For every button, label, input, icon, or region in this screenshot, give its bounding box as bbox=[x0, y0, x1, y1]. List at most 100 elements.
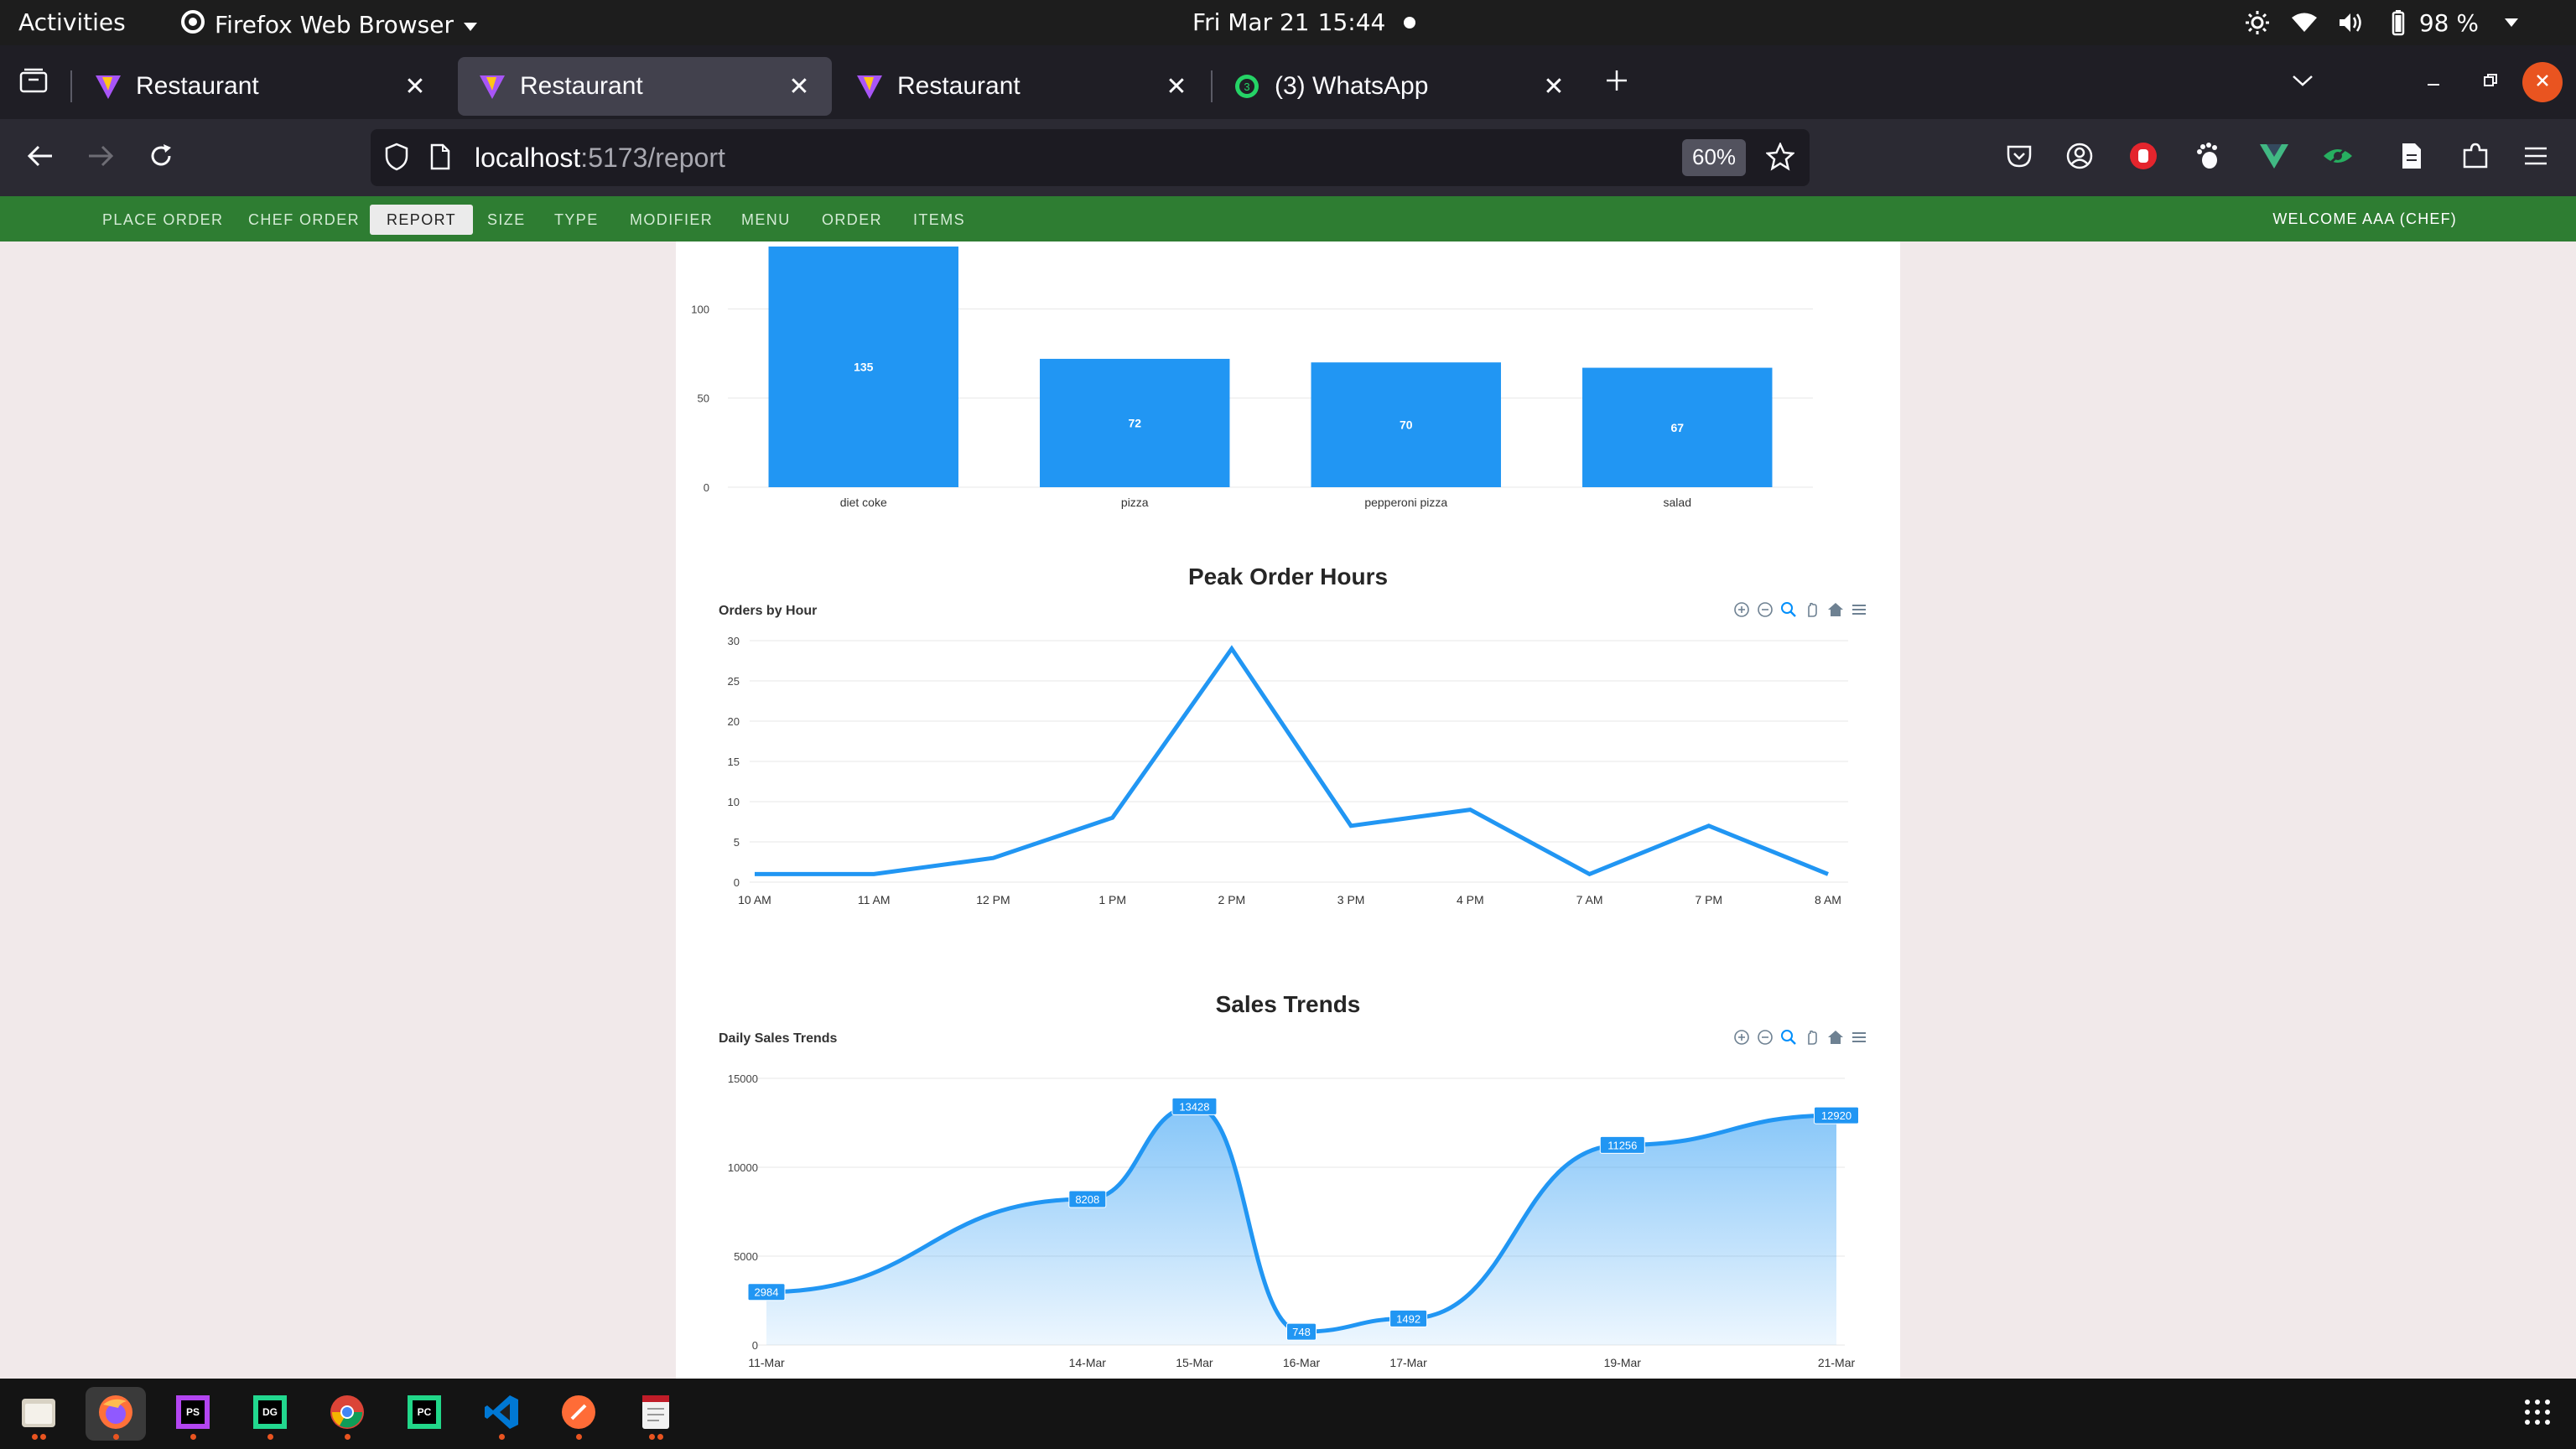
dock-pycharm[interactable]: PC bbox=[394, 1387, 454, 1441]
pocket-button[interactable] bbox=[1996, 134, 2043, 181]
back-button[interactable] bbox=[17, 134, 64, 181]
running-indicator bbox=[113, 1434, 119, 1440]
reload-button[interactable] bbox=[138, 134, 184, 181]
nav-items[interactable]: ITEMS bbox=[896, 205, 982, 235]
tab-label: Restaurant bbox=[520, 72, 643, 100]
firefox-view-button[interactable] bbox=[10, 59, 57, 106]
extension-eye-button[interactable] bbox=[2314, 134, 2361, 181]
data-label: 8208 bbox=[1075, 1193, 1099, 1206]
y-tick-label: 25 bbox=[728, 675, 740, 688]
list-all-tabs-button[interactable] bbox=[2279, 59, 2326, 106]
pan-icon[interactable] bbox=[1803, 1028, 1821, 1046]
x-tick-label: diet coke bbox=[840, 496, 887, 509]
data-label: 13428 bbox=[1179, 1100, 1209, 1113]
maximize-button[interactable] bbox=[2467, 59, 2514, 106]
nav-size[interactable]: SIZE bbox=[470, 205, 543, 235]
x-tick-label: 17-Mar bbox=[1389, 1356, 1427, 1369]
zoom-out-icon[interactable] bbox=[1756, 600, 1774, 619]
close-icon[interactable]: ✕ bbox=[1164, 72, 1189, 101]
shield-icon[interactable] bbox=[384, 143, 409, 175]
show-apps-button[interactable] bbox=[2507, 1387, 2568, 1441]
extension-vue-button[interactable] bbox=[2251, 134, 2298, 181]
nav-modifier[interactable]: MODIFIER bbox=[613, 205, 730, 235]
nav-menu[interactable]: MENU bbox=[724, 205, 808, 235]
close-window-button[interactable] bbox=[2522, 62, 2563, 102]
extension-stop-button[interactable] bbox=[2120, 134, 2167, 181]
chart-menu-icon[interactable] bbox=[1850, 1028, 1868, 1046]
forward-button[interactable] bbox=[77, 134, 124, 181]
extensions-button[interactable] bbox=[2452, 134, 2499, 181]
account-icon bbox=[2065, 142, 2094, 174]
zoom-in-icon[interactable] bbox=[1732, 1028, 1751, 1046]
y-tick-label: 15000 bbox=[728, 1072, 758, 1085]
zoom-out-icon[interactable] bbox=[1756, 1028, 1774, 1046]
nav-chef-order[interactable]: CHEF ORDER bbox=[231, 205, 377, 235]
tab-restaurant-1[interactable]: Restaurant ✕ bbox=[74, 57, 448, 116]
nav-type[interactable]: TYPE bbox=[538, 205, 615, 235]
x-tick-label: 8 AM bbox=[1815, 893, 1841, 906]
zoom-indicator[interactable]: 60% bbox=[1682, 139, 1747, 176]
tab-restaurant-2[interactable]: Restaurant ✕ bbox=[458, 57, 832, 116]
firefox-icon bbox=[96, 1393, 135, 1436]
nav-order[interactable]: ORDER bbox=[805, 205, 899, 235]
dock-datagrip[interactable]: DG bbox=[240, 1387, 300, 1441]
url-text[interactable]: localhost:5173/report bbox=[475, 143, 725, 174]
dock-phpstorm[interactable]: PS bbox=[163, 1387, 223, 1441]
bar-data-label: 72 bbox=[1128, 416, 1141, 429]
data-label: 2984 bbox=[755, 1286, 779, 1299]
new-tab-button[interactable] bbox=[1593, 59, 1640, 106]
whatsapp-icon: 3 bbox=[1233, 72, 1261, 101]
pan-icon[interactable] bbox=[1803, 600, 1821, 619]
reset-home-icon[interactable] bbox=[1826, 1028, 1845, 1046]
restore-icon bbox=[2482, 72, 2499, 93]
report-panel: 0 50 100 135 diet coke 72 pizza 70 pepperoni piz… bbox=[676, 242, 1900, 1379]
reset-home-icon[interactable] bbox=[1826, 600, 1845, 619]
page-icon[interactable] bbox=[429, 143, 451, 175]
zoom-select-icon[interactable] bbox=[1779, 1028, 1798, 1046]
app-menu[interactable]: Firefox Web Browser bbox=[179, 8, 479, 41]
postman-icon bbox=[560, 1394, 597, 1435]
extension-document-button[interactable] bbox=[2388, 134, 2435, 181]
dock-postman[interactable] bbox=[548, 1387, 609, 1441]
chart-toolbar bbox=[1732, 1028, 1868, 1046]
clock[interactable]: Fri Mar 21 15:44 bbox=[1192, 8, 1416, 36]
extension-gnome-button[interactable] bbox=[2184, 134, 2231, 181]
volume-icon bbox=[2337, 8, 2366, 37]
x-tick-label: 1 PM bbox=[1098, 893, 1126, 906]
running-indicator bbox=[32, 1434, 38, 1440]
y-tick-label: 10000 bbox=[728, 1161, 758, 1174]
running-indicator bbox=[576, 1434, 582, 1440]
close-icon[interactable]: ✕ bbox=[787, 72, 812, 101]
close-icon[interactable]: ✕ bbox=[1541, 72, 1566, 101]
zoom-select-icon[interactable] bbox=[1779, 600, 1798, 619]
sales-trends-chart: 0 5000 10000 15000 11-Mar 2984 14-Mar 8208 15-Ma… bbox=[728, 1072, 1859, 1369]
dock-text-editor[interactable] bbox=[626, 1387, 686, 1441]
x-tick-label: 10 AM bbox=[738, 893, 771, 906]
app-name: Firefox Web Browser bbox=[215, 11, 454, 39]
tab-restaurant-3[interactable]: Restaurant ✕ bbox=[835, 57, 1209, 116]
close-icon[interactable]: ✕ bbox=[402, 72, 428, 101]
system-tray[interactable]: 98 % bbox=[2243, 8, 2526, 37]
dock-vscode[interactable] bbox=[471, 1387, 532, 1441]
tab-whatsapp[interactable]: 3 (3) WhatsApp ✕ bbox=[1213, 57, 1587, 116]
dock-files[interactable] bbox=[8, 1387, 69, 1441]
peak-order-hours-chart: 0 5 10 15 20 25 30 10 AM 11 AM 12 PM 1 PM 2 PM 3 PM 4… bbox=[728, 635, 1848, 906]
y-tick-label: 30 bbox=[728, 635, 740, 647]
nav-report[interactable]: REPORT bbox=[370, 205, 474, 235]
activities-button[interactable]: Activities bbox=[18, 8, 126, 36]
app-menu-button[interactable] bbox=[2512, 134, 2559, 181]
zoom-in-icon[interactable] bbox=[1732, 600, 1751, 619]
chart-menu-icon[interactable] bbox=[1850, 600, 1868, 619]
minimize-button[interactable] bbox=[2410, 59, 2457, 106]
nav-place-order[interactable]: PLACE ORDER bbox=[86, 205, 240, 235]
bookmark-star-icon[interactable] bbox=[1764, 141, 1796, 175]
dock-firefox[interactable] bbox=[86, 1387, 146, 1441]
tab-label: Restaurant bbox=[897, 72, 1021, 100]
address-bar[interactable]: localhost:5173/report 60% bbox=[371, 129, 1810, 186]
vscode-icon bbox=[483, 1394, 520, 1435]
data-label: 1492 bbox=[1396, 1312, 1420, 1325]
account-button[interactable] bbox=[2056, 134, 2103, 181]
x-tick-label: 21-Mar bbox=[1818, 1356, 1856, 1369]
dock-chrome[interactable] bbox=[317, 1387, 377, 1441]
close-icon bbox=[2534, 72, 2551, 93]
